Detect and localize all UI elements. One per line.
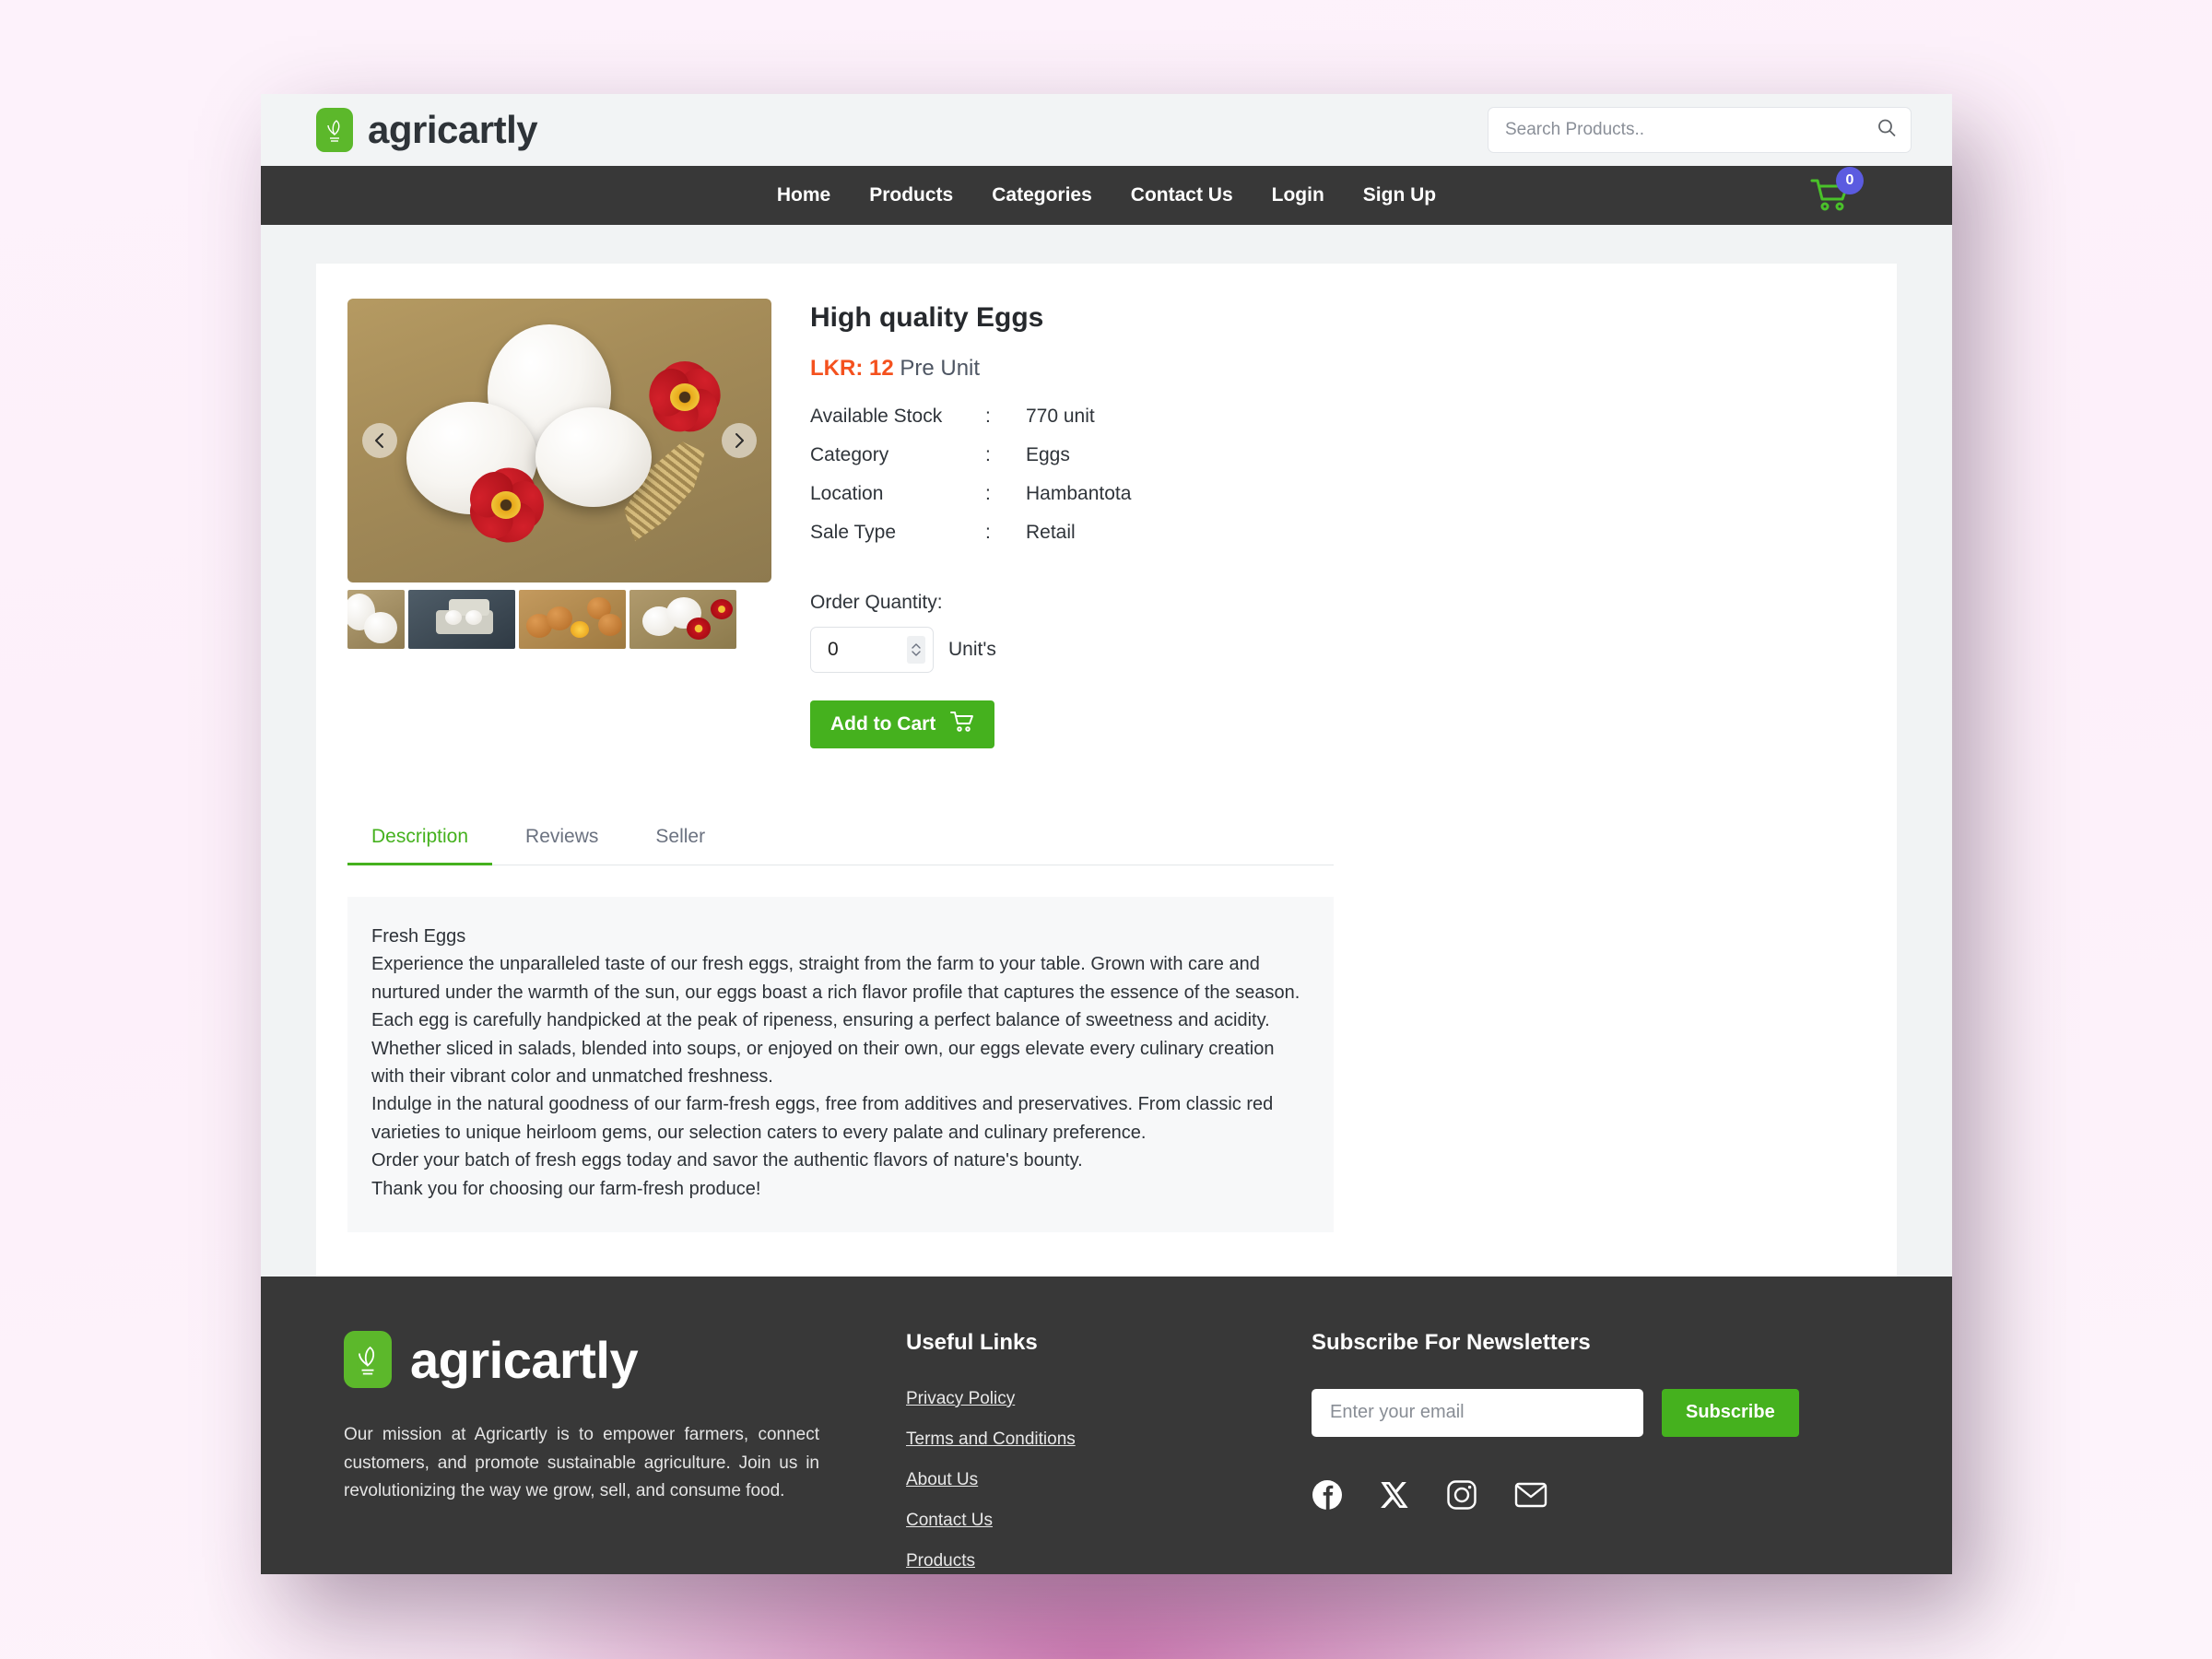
- header: agricartly: [261, 94, 1952, 166]
- footer: agricartly Our mission at Agricartly is …: [261, 1276, 1952, 1574]
- add-to-cart-button[interactable]: Add to Cart: [810, 700, 995, 748]
- description-paragraph: Indulge in the natural goodness of our f…: [371, 1094, 1274, 1143]
- footer-link-terms-and-conditions[interactable]: Terms and Conditions: [906, 1430, 1275, 1450]
- spec-value: Retail: [1026, 522, 1076, 543]
- chevron-right-icon[interactable]: [722, 423, 757, 458]
- brand-logo[interactable]: agricartly: [316, 108, 538, 152]
- product-spec-table: Available Stock : 770 unit Category : Eg…: [810, 406, 1131, 560]
- newsletter-heading: Subscribe For Newsletters: [1312, 1329, 1591, 1355]
- thumbnail-1[interactable]: [347, 590, 405, 649]
- table-row: Sale Type : Retail: [810, 522, 1131, 560]
- quantity-stepper[interactable]: [810, 627, 934, 673]
- spec-separator: :: [985, 483, 991, 504]
- spec-separator: :: [985, 444, 991, 465]
- corn-sack-icon: [316, 108, 353, 152]
- nav-item-products[interactable]: Products: [865, 179, 957, 212]
- flower-front: [456, 461, 556, 549]
- spec-key: Available Stock: [810, 406, 943, 427]
- footer-brand-column: agricartly Our mission at Agricartly is …: [316, 1330, 869, 1574]
- nav-item-sign-up[interactable]: Sign Up: [1359, 179, 1440, 212]
- order-quantity-label: Order Quantity:: [810, 592, 943, 613]
- product-tabs: Description Reviews Seller: [347, 813, 1334, 865]
- nav-item-login[interactable]: Login: [1268, 179, 1328, 212]
- add-to-cart-label: Add to Cart: [830, 713, 936, 735]
- product-main-image[interactable]: [347, 299, 771, 582]
- footer-links: Privacy Policy Terms and Conditions Abou…: [906, 1389, 1275, 1571]
- flower-back: [641, 358, 729, 441]
- social-links: [1312, 1479, 1897, 1511]
- chevron-left-icon[interactable]: [362, 423, 397, 458]
- app-window: agricartly Home Products Categories Cont…: [261, 94, 1952, 1574]
- email-field[interactable]: [1312, 1388, 1643, 1437]
- spec-key: Category: [810, 444, 889, 465]
- footer-mission-text: Our mission at Agricartly is to empower …: [344, 1424, 819, 1501]
- product-top-section: High quality Eggs LKR: 12 Pre Unit Avail…: [347, 299, 1865, 748]
- tab-description[interactable]: Description: [347, 813, 493, 865]
- thumbnail-3[interactable]: [519, 590, 626, 649]
- spec-separator: :: [985, 522, 991, 543]
- order-quantity-row: Unit's: [810, 627, 1865, 673]
- footer-newsletter-column: Subscribe For Newsletters Subscribe: [1312, 1330, 1897, 1574]
- spec-value: Hambantota: [1026, 483, 1132, 504]
- main-navigation: Home Products Categories Contact Us Logi…: [261, 166, 1952, 225]
- description-panel: Fresh Eggs Experience the unparalleled t…: [347, 897, 1334, 1232]
- page-title: High quality Eggs: [810, 302, 1044, 333]
- spec-key: Location: [810, 483, 884, 504]
- product-info: High quality Eggs LKR: 12 Pre Unit Avail…: [810, 299, 1865, 748]
- spec-separator: :: [985, 406, 991, 427]
- product-price: LKR: 12 Pre Unit: [810, 356, 1865, 382]
- nav-item-home[interactable]: Home: [773, 179, 834, 212]
- footer-brand-name: agricartly: [410, 1330, 639, 1389]
- description-paragraph: Experience the unparalleled taste of our…: [371, 954, 1300, 1003]
- brand-name: agricartly: [368, 108, 538, 151]
- nav-item-contact-us[interactable]: Contact Us: [1127, 179, 1237, 212]
- spec-value: Eggs: [1026, 444, 1070, 465]
- spec-key: Sale Type: [810, 522, 897, 543]
- description-paragraph: Thank you for choosing our farm-fresh pr…: [371, 1178, 761, 1199]
- description-paragraph: Each egg is carefully handpicked at the …: [371, 1010, 1275, 1087]
- spec-value: 770 unit: [1026, 406, 1095, 427]
- description-heading: Fresh Eggs: [371, 926, 466, 947]
- footer-link-privacy-policy[interactable]: Privacy Policy: [906, 1389, 1275, 1409]
- search-box[interactable]: [1488, 107, 1912, 153]
- thumbnail-4[interactable]: [629, 590, 736, 649]
- footer-logo[interactable]: agricartly: [344, 1330, 869, 1390]
- footer-link-about-us[interactable]: About Us: [906, 1470, 1275, 1490]
- cart-count-badge: 0: [1836, 167, 1864, 194]
- nav-item-categories[interactable]: Categories: [988, 179, 1096, 212]
- product-detail-card: High quality Eggs LKR: 12 Pre Unit Avail…: [316, 264, 1897, 1277]
- table-row: Location : Hambantota: [810, 483, 1131, 522]
- nav-items: Home Products Categories Contact Us Logi…: [773, 179, 1440, 212]
- tab-seller[interactable]: Seller: [631, 813, 729, 865]
- subscribe-button[interactable]: Subscribe: [1662, 1388, 1799, 1437]
- footer-link-products[interactable]: Products: [906, 1551, 1275, 1571]
- search-input[interactable]: [1488, 107, 1912, 153]
- email-icon[interactable]: [1514, 1481, 1547, 1509]
- price-amount: LKR: 12: [810, 356, 894, 381]
- shopping-cart-icon: [1810, 179, 1851, 216]
- table-row: Category : Eggs: [810, 444, 1131, 483]
- tab-reviews[interactable]: Reviews: [501, 813, 622, 865]
- thumbnail-strip: [347, 590, 771, 649]
- instagram-icon[interactable]: [1446, 1479, 1477, 1511]
- thumbnail-2[interactable]: [408, 590, 515, 649]
- footer-link-contact-us[interactable]: Contact Us: [906, 1511, 1275, 1531]
- quantity-unit-label: Unit's: [948, 639, 996, 660]
- facebook-icon[interactable]: [1312, 1479, 1343, 1511]
- price-unit: Pre Unit: [900, 356, 981, 381]
- cart-button[interactable]: 0: [1810, 167, 1864, 216]
- search-icon[interactable]: [1877, 118, 1897, 143]
- corn-sack-icon: [344, 1331, 392, 1389]
- x-twitter-icon[interactable]: [1380, 1480, 1409, 1510]
- footer-links-column: Useful Links Privacy Policy Terms and Co…: [906, 1330, 1275, 1574]
- description-paragraph: Order your batch of fresh eggs today and…: [371, 1150, 1083, 1171]
- useful-links-heading: Useful Links: [906, 1329, 1038, 1355]
- product-gallery: [347, 299, 771, 748]
- stepper-arrows-icon[interactable]: [907, 636, 925, 664]
- table-row: Available Stock : 770 unit: [810, 406, 1131, 444]
- newsletter-form: Subscribe: [1312, 1388, 1897, 1437]
- cart-icon: [950, 711, 974, 738]
